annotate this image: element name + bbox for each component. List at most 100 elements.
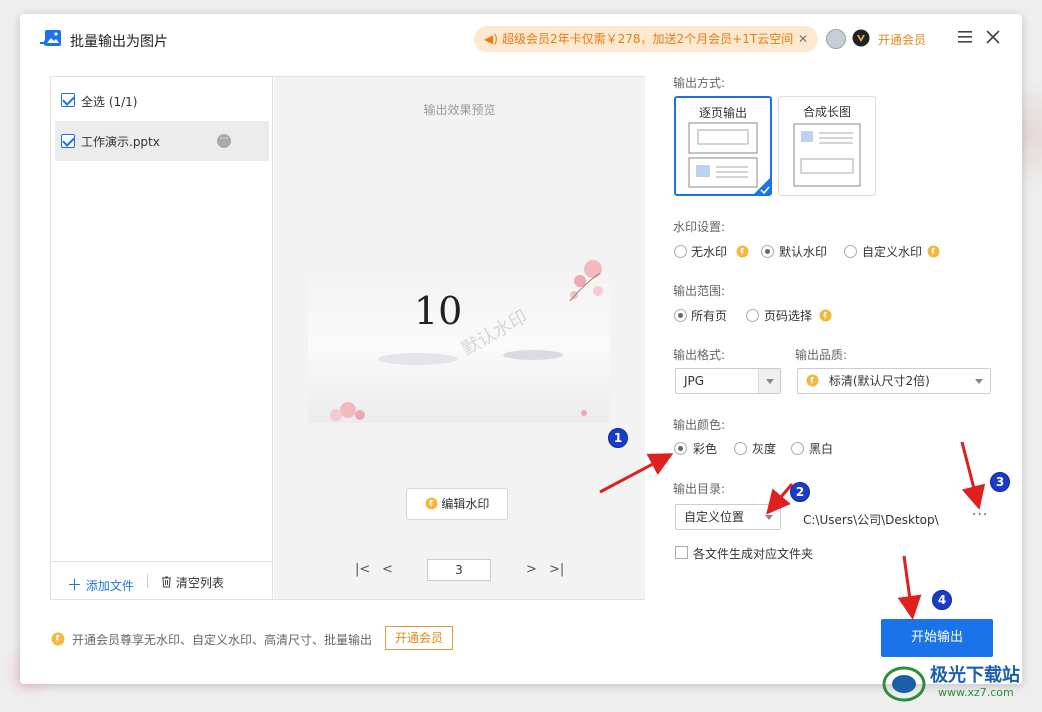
file-list: 全选 (1/1) 工作演示.pptx ··· ＋ 添加文件 清空列表 bbox=[51, 77, 273, 599]
file-list-footer: ＋ 添加文件 清空列表 bbox=[51, 561, 273, 601]
output-quality-label: 输出品质: bbox=[795, 348, 848, 362]
preview-label: 输出效果预览 bbox=[423, 103, 496, 117]
grayscale-radio[interactable] bbox=[734, 442, 747, 455]
custom-watermark-radio[interactable] bbox=[844, 245, 857, 258]
format-select[interactable]: JPG bbox=[675, 368, 781, 394]
prev-page-icon[interactable]: < bbox=[382, 562, 393, 577]
color-radio[interactable] bbox=[674, 442, 687, 455]
promo-close-button[interactable]: ✕ bbox=[798, 26, 808, 52]
site-watermark-name: 极光下载站 bbox=[930, 665, 1020, 686]
more-options-icon[interactable]: ··· bbox=[217, 134, 231, 148]
menu-icon[interactable] bbox=[958, 31, 972, 43]
all-pages-label: 所有页 bbox=[691, 309, 728, 323]
trash-icon bbox=[162, 576, 171, 588]
directory-mode-select[interactable]: 自定义位置 bbox=[675, 504, 781, 530]
edit-watermark-button[interactable]: 编辑水印 bbox=[406, 488, 508, 520]
add-file-button[interactable]: ＋ 添加文件 bbox=[67, 574, 134, 595]
page-select-label: 页码选择 bbox=[764, 309, 813, 323]
vip-benefits-text: 开通会员尊享无水印、自定义水印、高清尺寸、批量输出 bbox=[72, 633, 373, 647]
output-color-label: 输出颜色: bbox=[673, 418, 726, 432]
chevron-down-icon bbox=[758, 505, 780, 529]
black-white-radio[interactable] bbox=[791, 442, 804, 455]
output-range-label: 输出范围: bbox=[673, 284, 726, 298]
output-path: C:\Users\公司\Desktop\ bbox=[803, 513, 939, 527]
coin-icon bbox=[819, 309, 832, 322]
coin-icon bbox=[425, 497, 438, 510]
start-export-button[interactable]: 开始输出 bbox=[881, 619, 993, 657]
checkbox[interactable] bbox=[61, 93, 75, 107]
long-image-output-option[interactable]: 合成长图 bbox=[778, 96, 876, 196]
browse-button[interactable]: ··· bbox=[972, 507, 988, 523]
format-value: JPG bbox=[684, 374, 705, 388]
quality-select[interactable]: 标清(默认尺寸2倍) bbox=[797, 368, 991, 394]
annotation-marker: 2 bbox=[790, 482, 810, 502]
file-name: 工作演示.pptx bbox=[81, 135, 160, 149]
slide-page-number: 10 bbox=[414, 289, 463, 333]
output-directory-label: 输出目录: bbox=[673, 482, 726, 496]
default-watermark-radio[interactable] bbox=[761, 245, 774, 258]
next-page-icon[interactable]: > bbox=[526, 562, 537, 577]
long-image-output-label: 合成长图 bbox=[802, 105, 851, 119]
black-white-label: 黑白 bbox=[809, 442, 834, 456]
annotation-marker: 1 bbox=[608, 428, 628, 448]
close-icon[interactable] bbox=[986, 30, 1000, 44]
slide-thumbnail: 10 默认水印 bbox=[308, 255, 610, 423]
list-item[interactable]: 工作演示.pptx ··· bbox=[55, 121, 269, 161]
last-page-icon[interactable]: >| bbox=[549, 562, 564, 577]
per-file-folder-checkbox[interactable] bbox=[675, 546, 688, 559]
color-label: 彩色 bbox=[693, 442, 718, 456]
no-watermark-radio[interactable] bbox=[674, 245, 687, 258]
add-file-label: 添加文件 bbox=[85, 579, 134, 593]
clear-list-button[interactable]: 清空列表 bbox=[161, 574, 224, 591]
per-page-layout-icon bbox=[688, 122, 758, 188]
site-logo-icon bbox=[882, 666, 926, 702]
coin-icon bbox=[927, 245, 940, 258]
custom-watermark-label: 自定义水印 bbox=[862, 245, 923, 259]
annotation-marker: 4 bbox=[932, 590, 952, 610]
file-checkbox[interactable] bbox=[61, 134, 75, 148]
promo-banner[interactable]: ◀) 超级会员2年卡仅需￥278，加送2个月会员+1T云空间 ✕ bbox=[474, 26, 818, 52]
open-vip-button[interactable]: 开通会员 bbox=[385, 626, 453, 650]
grayscale-label: 灰度 bbox=[752, 442, 777, 456]
coin-icon bbox=[806, 374, 819, 387]
select-all-label: 全选 (1/1) bbox=[81, 95, 138, 109]
site-watermark-url: www.xz7.com bbox=[938, 686, 1014, 699]
output-format-label: 输出格式: bbox=[673, 348, 726, 362]
export-dialog: 批量输出为图片 ◀) 超级会员2年卡仅需￥278，加送2个月会员+1T云空间 ✕… bbox=[20, 14, 1022, 684]
long-image-layout-icon bbox=[793, 123, 861, 187]
watermark-label: 水印设置: bbox=[673, 220, 726, 234]
file-preview-panel: 全选 (1/1) 工作演示.pptx ··· ＋ 添加文件 清空列表 输出效果预… bbox=[50, 76, 645, 600]
promo-text: 超级会员2年卡仅需￥278，加送2个月会员+1T云空间 bbox=[502, 32, 794, 46]
title-bar: 批量输出为图片 ◀) 超级会员2年卡仅需￥278，加送2个月会员+1T云空间 ✕… bbox=[20, 14, 1022, 64]
output-mode-label: 输出方式: bbox=[673, 76, 726, 90]
annotation-marker: 3 bbox=[990, 472, 1010, 492]
vip-badge-icon bbox=[852, 29, 870, 47]
all-pages-radio[interactable] bbox=[674, 309, 687, 322]
avatar[interactable] bbox=[826, 29, 846, 49]
image-export-icon bbox=[40, 30, 61, 46]
edit-watermark-label: 编辑水印 bbox=[441, 497, 490, 511]
speaker-icon: ◀) bbox=[484, 32, 498, 46]
pager: |< < 3 > >| bbox=[274, 559, 645, 583]
preview-area: 输出效果预览 10 默认水印 编辑水印 |< < 3 > >| bbox=[274, 77, 645, 599]
page-select-radio[interactable] bbox=[746, 309, 759, 322]
divider bbox=[147, 574, 148, 588]
no-watermark-label: 无水印 bbox=[691, 245, 728, 259]
coin-icon bbox=[736, 245, 749, 258]
directory-mode-value: 自定义位置 bbox=[684, 510, 745, 524]
per-page-output-option[interactable]: 逐页输出 bbox=[674, 96, 772, 196]
first-page-icon[interactable]: |< bbox=[355, 562, 370, 577]
default-watermark-label: 默认水印 bbox=[779, 245, 828, 259]
open-vip-link[interactable]: 开通会员 bbox=[878, 31, 926, 48]
quality-value: 标清(默认尺寸2倍) bbox=[828, 374, 930, 388]
chevron-down-icon bbox=[968, 369, 990, 393]
clear-list-label: 清空列表 bbox=[175, 576, 224, 590]
per-file-folder-label: 各文件生成对应文件夹 bbox=[693, 547, 814, 561]
page-number-input[interactable]: 3 bbox=[427, 559, 491, 581]
chevron-down-icon bbox=[758, 369, 780, 393]
plus-icon: ＋ bbox=[67, 576, 83, 594]
selected-check-icon bbox=[753, 177, 771, 195]
per-page-output-label: 逐页输出 bbox=[698, 106, 747, 120]
coin-icon bbox=[51, 632, 65, 646]
window-title: 批量输出为图片 bbox=[70, 34, 168, 50]
